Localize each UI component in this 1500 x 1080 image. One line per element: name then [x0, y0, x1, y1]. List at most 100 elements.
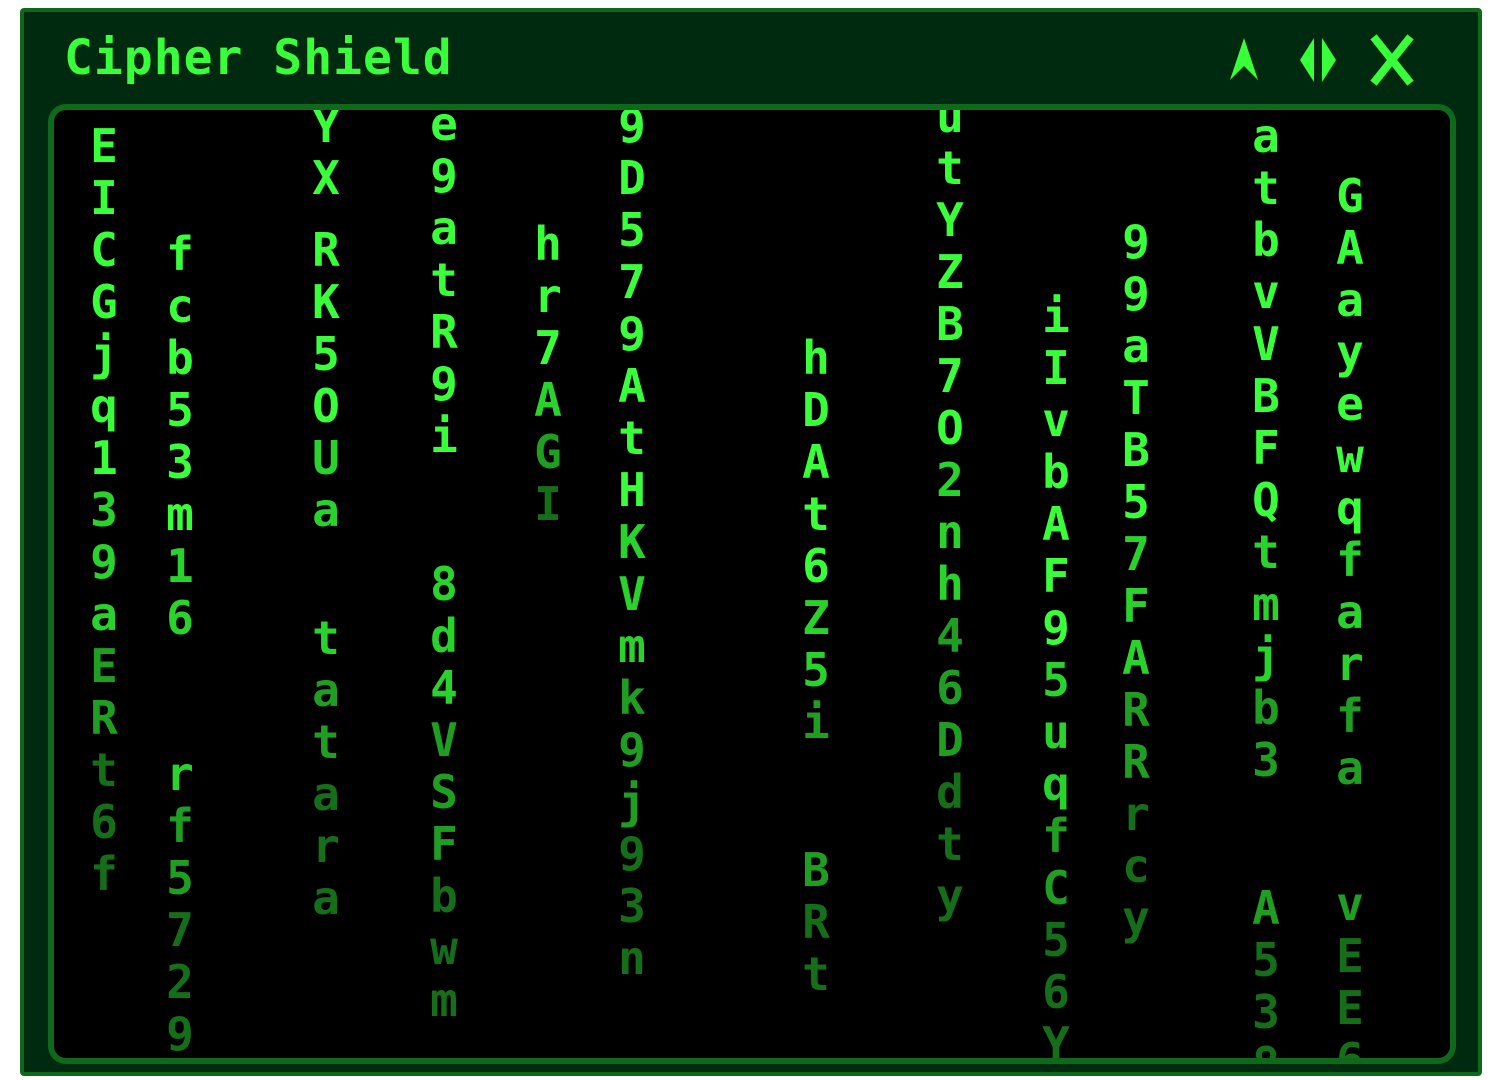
rain-glyph: r — [312, 819, 340, 873]
rain-glyph: t — [312, 715, 340, 769]
rain-glyph: c — [1122, 839, 1150, 893]
rain-glyph: i — [430, 409, 458, 463]
rain-glyph: D — [618, 151, 646, 205]
rain-glyph: A — [1122, 631, 1150, 685]
rain-glyph: B — [1252, 369, 1280, 423]
rain-glyph: 5 — [802, 643, 830, 697]
rain-glyph: V — [618, 567, 646, 621]
rain-glyph: 2 — [166, 955, 194, 1009]
resize-button[interactable] — [1296, 34, 1340, 86]
rain-glyph: t — [1252, 161, 1280, 215]
window-title: Cipher Shield — [64, 30, 453, 86]
rain-glyph: F — [1042, 549, 1070, 603]
rain-column: 9D579AtHKVmk9j93n — [606, 104, 658, 985]
rain-glyph: T — [1122, 371, 1150, 425]
rain-glyph: 6 — [936, 661, 964, 715]
rain-glyph: B — [1122, 423, 1150, 477]
rain-glyph: v — [1336, 877, 1364, 931]
rain-glyph: I — [1042, 341, 1070, 395]
split-diamond-icon — [1300, 38, 1336, 82]
rain-glyph: 6 — [802, 539, 830, 593]
rain-glyph: n — [618, 931, 646, 985]
rain-glyph: 5 — [1122, 475, 1150, 529]
rain-column: e9atR9i8d4VSFbwm — [418, 110, 470, 1027]
rain-column: YXRK5OUatatara — [300, 104, 352, 925]
rain-glyph: r — [166, 747, 194, 801]
rain-glyph: B — [802, 843, 830, 897]
rain-glyph: 5 — [618, 203, 646, 257]
rain-glyph: 5 — [1252, 933, 1280, 987]
rain-column: 99aTB57FARRrcy — [1110, 216, 1162, 944]
cipher-shield-window: Cipher Shield EICGjq139aERt6ffcb53m16rf5… — [20, 8, 1482, 1076]
code-rain-screen: EICGjq139aERt6ffcb53m16rf5729YXRK5OUatat… — [48, 104, 1456, 1064]
rain-column: utYZB7O2nh46Ddty — [924, 104, 976, 922]
rain-glyph: e — [1336, 377, 1364, 431]
rain-glyph: E — [90, 639, 118, 693]
rain-glyph: U — [312, 431, 340, 485]
rain-glyph: O — [936, 401, 964, 455]
rain-glyph: Y — [312, 104, 340, 153]
rain-glyph: y — [1336, 325, 1364, 379]
rain-column: iIvbAF95uqfC56Y — [1030, 290, 1082, 1058]
rain-glyph: a — [312, 483, 340, 537]
rain-glyph: 7 — [1122, 527, 1150, 581]
rain-glyph: 3 — [1252, 733, 1280, 787]
close-button[interactable] — [1370, 34, 1414, 86]
rain-glyph: h — [802, 331, 830, 385]
rain-glyph: A — [1336, 221, 1364, 275]
rain-glyph: I — [90, 171, 118, 225]
rain-glyph: a — [1122, 319, 1150, 373]
rain-glyph: d — [430, 609, 458, 663]
minimize-button[interactable] — [1224, 34, 1264, 86]
rain-glyph: a — [312, 663, 340, 717]
rain-glyph: h — [936, 557, 964, 611]
rain-glyph: m — [430, 973, 458, 1027]
rain-glyph: R — [312, 223, 340, 277]
rain-glyph: 8 — [1252, 1037, 1280, 1064]
rain-glyph: 6 — [90, 795, 118, 849]
rain-glyph: A — [534, 373, 562, 427]
rain-glyph: r — [534, 269, 562, 323]
caret-up-icon — [1230, 38, 1258, 80]
rain-glyph: i — [802, 695, 830, 749]
rain-glyph: k — [618, 671, 646, 725]
rain-glyph: f — [1336, 689, 1364, 743]
rain-glyph: v — [1252, 265, 1280, 319]
rain-glyph: a — [1336, 585, 1364, 639]
rain-glyph: t — [936, 817, 964, 871]
rain-glyph: a — [312, 871, 340, 925]
title-bar[interactable]: Cipher Shield — [24, 12, 1478, 104]
rain-glyph: 9 — [1042, 601, 1070, 655]
rain-glyph: R — [1122, 683, 1150, 737]
rain-glyph: 9 — [618, 104, 646, 153]
rain-glyph: 9 — [1122, 267, 1150, 321]
rain-glyph: t — [618, 411, 646, 465]
rain-glyph: j — [90, 327, 118, 381]
rain-glyph: G — [90, 275, 118, 329]
rain-glyph: 3 — [90, 483, 118, 537]
rain-glyph: D — [802, 383, 830, 437]
rain-glyph: a — [312, 767, 340, 821]
rain-glyph: j — [1252, 629, 1280, 683]
rain-glyph: 9 — [618, 723, 646, 777]
rain-glyph: a — [1252, 109, 1280, 163]
rain-glyph: 3 — [166, 435, 194, 489]
rain-glyph: A — [802, 435, 830, 489]
rain-glyph: 4 — [936, 609, 964, 663]
rain-glyph: f — [1042, 809, 1070, 863]
rain-glyph: n — [936, 505, 964, 559]
rain-glyph: 9 — [166, 1007, 194, 1061]
rain-glyph: 3 — [1252, 985, 1280, 1039]
rain-glyph: q — [1042, 757, 1070, 811]
rain-glyph: Z — [936, 245, 964, 299]
rain-glyph: r — [1122, 787, 1150, 841]
rain-glyph: d — [936, 765, 964, 819]
rain-glyph: a — [430, 201, 458, 255]
rain-glyph: j — [618, 775, 646, 829]
rain-glyph: f — [166, 227, 194, 281]
rain-glyph: E — [1336, 929, 1364, 983]
rain-column: atbvVBFQtmjb3A538 — [1240, 109, 1292, 1064]
rain-glyph: 5 — [166, 851, 194, 905]
rain-glyph: u — [936, 104, 964, 143]
rain-glyph: f — [90, 847, 118, 901]
